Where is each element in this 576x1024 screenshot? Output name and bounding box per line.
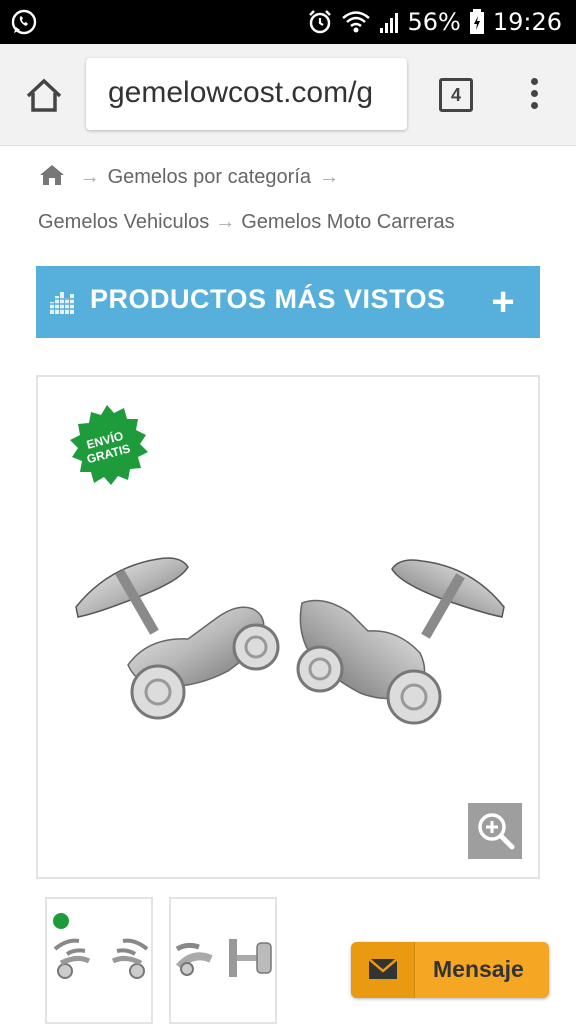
promo-title: PRODUCTOS MÁS VISTOS	[90, 284, 446, 314]
whatsapp-icon	[11, 9, 37, 35]
zoom-button[interactable]	[468, 803, 522, 859]
breadcrumb: → Gemelos por categoría → Gemelos Vehiculo…	[38, 155, 538, 245]
breadcrumb-separator: →	[79, 166, 100, 188]
free-shipping-badge: ENVÍO GRATIS	[70, 405, 148, 485]
thumbnail-image-2	[175, 939, 272, 977]
battery-percent: 56%	[407, 8, 461, 36]
address-bar[interactable]: gemelowcost.com/g	[86, 58, 407, 130]
most-viewed-products-bar[interactable]: PRODUCTOS MÁS VISTOS +	[36, 266, 540, 338]
status-bar: 56% 19:26	[0, 0, 576, 44]
clock: 19:26	[492, 8, 562, 36]
message-button[interactable]: Mensaje	[351, 942, 549, 998]
message-icon-box	[351, 942, 415, 998]
breadcrumb-link-vehiculos[interactable]: Gemelos Vehiculos	[38, 211, 209, 233]
zoom-in-icon	[478, 813, 515, 850]
signal-icon	[380, 13, 399, 33]
alarm-icon	[309, 10, 332, 34]
breadcrumb-separator: →	[215, 211, 236, 233]
product-thumbnail-2[interactable]	[169, 897, 277, 1024]
thumbnail-image-1	[53, 913, 149, 979]
wifi-icon	[342, 11, 371, 33]
product-thumbnail-1[interactable]	[45, 897, 153, 1024]
url-text[interactable]: gemelowcost.com/g	[108, 76, 373, 110]
breadcrumb-current: Gemelos Moto Carreras	[241, 211, 455, 233]
battery-icon	[469, 9, 484, 34]
product-image-frame[interactable]: ENVÍO GRATIS	[36, 375, 540, 879]
motorcycle-cufflinks-image	[75, 557, 505, 725]
envelope-icon	[368, 958, 398, 979]
equalizer-icon	[50, 292, 76, 314]
home-icon[interactable]	[22, 74, 66, 118]
expand-plus-icon[interactable]: +	[488, 282, 518, 322]
overflow-menu-icon[interactable]	[522, 74, 546, 116]
breadcrumb-home-icon[interactable]	[38, 164, 66, 186]
breadcrumb-separator: →	[319, 166, 339, 188]
tabs-count-button[interactable]: 4	[439, 78, 473, 112]
breadcrumb-link-categoria[interactable]: Gemelos por categoría	[108, 166, 311, 188]
browser-toolbar: gemelowcost.com/g 4	[0, 44, 576, 146]
message-label: Mensaje	[433, 956, 524, 982]
